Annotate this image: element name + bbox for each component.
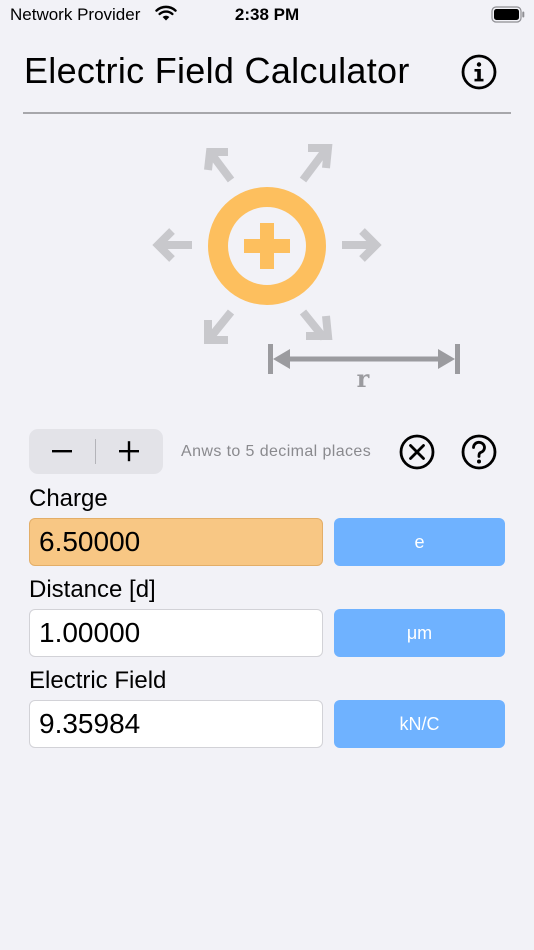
electric-field-unit-button[interactable]: kN/C: [334, 700, 505, 748]
arrow-lower-left-icon: [204, 309, 235, 344]
distance-label: r: [357, 364, 370, 393]
page-title: Electric Field Calculator: [24, 50, 410, 91]
electric-field-input[interactable]: [29, 700, 323, 748]
arrow-lower-right-icon: [299, 309, 333, 341]
info-circle-icon[interactable]: [460, 53, 498, 91]
status-time: 2:38 PM: [234, 5, 300, 24]
arrow-right-icon: [342, 228, 382, 262]
app-screen: Network Provider 2:38 PM Electric Field …: [0, 0, 534, 950]
arrow-upper-right-icon: [299, 144, 333, 183]
positive-charge-illustration: r: [152, 144, 460, 393]
arrow-upper-left-icon: [204, 148, 235, 183]
distance-unit-button[interactable]: μm: [334, 609, 505, 657]
status-bar: Network Provider 2:38 PM: [0, 0, 534, 30]
electric-field-label: Electric Field: [29, 667, 167, 694]
header-divider: [23, 112, 511, 114]
decimal-places-note: Anws to 5 decimal places: [181, 443, 372, 460]
arrow-left-icon: [152, 228, 192, 262]
clear-circle-icon[interactable]: [398, 433, 436, 471]
battery-icon: [491, 6, 525, 23]
positive-charge-icon: [208, 187, 326, 305]
decimal-stepper: [29, 429, 163, 474]
plus-icon: [119, 441, 139, 462]
distance-input[interactable]: [29, 609, 323, 657]
charge-input[interactable]: [29, 518, 323, 566]
decrement-button[interactable]: [29, 429, 96, 474]
charge-label: Charge: [29, 485, 108, 512]
distance-label-text: Distance [d]: [29, 576, 156, 603]
increment-button[interactable]: [96, 429, 163, 474]
question-circle-icon[interactable]: [460, 433, 498, 471]
minus-icon: [52, 450, 72, 453]
charge-unit-button[interactable]: e: [334, 518, 505, 566]
